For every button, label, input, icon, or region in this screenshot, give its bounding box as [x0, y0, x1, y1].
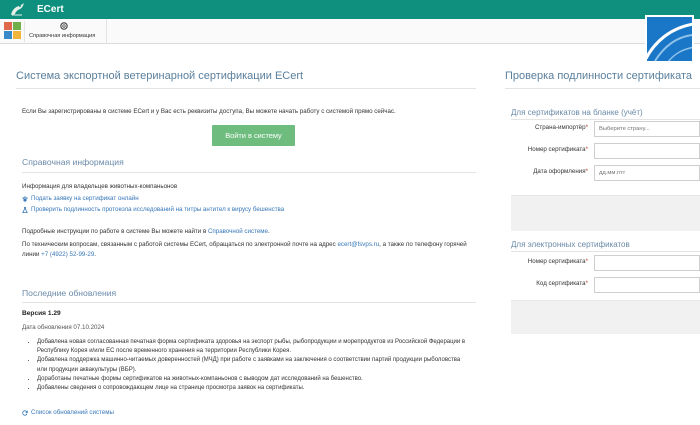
- lifebuoy-icon: [60, 22, 68, 30]
- login-button[interactable]: Войти в систему: [212, 125, 295, 146]
- required-mark: *: [585, 258, 588, 265]
- updates-list-link[interactable]: Список обновлений системы: [31, 409, 114, 416]
- help-system-link[interactable]: Справочной системе: [208, 228, 268, 235]
- required-mark: *: [585, 124, 588, 131]
- e-code-input[interactable]: [594, 277, 700, 293]
- hotline-phone-link[interactable]: +7 (4922) 52-99-29: [41, 251, 94, 258]
- tile-icon: [4, 31, 12, 39]
- application-link-row[interactable]: Подать заявку на сертификат онлайн: [22, 195, 139, 202]
- divider: [22, 172, 476, 173]
- contact-prefix: По техническим вопросам, связанным с раб…: [22, 241, 338, 248]
- updates-heading: Последние обновления: [22, 288, 117, 298]
- paper-number-input[interactable]: [594, 143, 700, 159]
- list-item: Доработаны печатные формы сертификатов н…: [37, 375, 467, 384]
- reference-heading: Справочная информация: [22, 157, 124, 167]
- divider: [511, 251, 700, 252]
- verify-title: Проверка подлинности сертификата: [505, 70, 692, 82]
- country-select[interactable]: [594, 121, 700, 137]
- e-number-label-text: Номер сертификата: [527, 258, 586, 265]
- e-number-label: Номер сертификата*: [528, 258, 588, 265]
- version-label: Версия 1.29: [22, 310, 61, 317]
- paw-icon: [22, 195, 28, 202]
- refresh-icon: [22, 409, 28, 416]
- ecert-logo-icon[interactable]: [9, 2, 25, 17]
- instructions-prefix: Подробные инструкции по работе в системе…: [22, 228, 208, 235]
- toolbar: Справочная информация: [0, 19, 700, 44]
- required-mark: *: [585, 168, 588, 175]
- help-info-label: Справочная информация: [29, 33, 96, 39]
- protocol-link-row[interactable]: Проверить подлинность протокола исследов…: [22, 206, 284, 213]
- e-code-label: Код сертификата*: [536, 280, 588, 287]
- required-mark: *: [585, 146, 588, 153]
- divider: [505, 88, 700, 89]
- fish-icon: [647, 22, 692, 61]
- divider: [16, 88, 476, 89]
- paper-cert-heading: Для сертификатов на бланке (учёт): [511, 108, 643, 117]
- required-mark: *: [585, 280, 588, 287]
- app-title: ECert: [37, 4, 64, 15]
- list-item: Добавлены сведения о сопровождающем лице…: [37, 384, 467, 393]
- support-email-link[interactable]: ecert@fsvps.ru: [337, 241, 379, 248]
- paper-number-label-text: Номер сертификата: [527, 146, 586, 153]
- tile-icon: [4, 22, 12, 30]
- e-code-label-text: Код сертификата: [536, 280, 586, 287]
- divider: [22, 302, 476, 303]
- divider: [511, 119, 700, 120]
- apps-menu-button[interactable]: [3, 21, 25, 42]
- flask-icon: [22, 206, 28, 213]
- fish-badge-icon[interactable]: [645, 15, 694, 63]
- changes-list: Добавлена новая согласованная печатная ф…: [37, 338, 467, 393]
- tile-icon: [13, 22, 21, 30]
- paper-number-label: Номер сертификата*: [528, 146, 588, 153]
- issue-date-label-text: Дата оформления: [533, 168, 586, 175]
- paper-actions-panel: [511, 195, 700, 231]
- page-title: Система экспортной ветеринарной сертифик…: [16, 70, 304, 82]
- update-date: Дата обновления 07.10.2024: [22, 324, 105, 331]
- tile-icon: [13, 31, 21, 39]
- updates-list-link-row[interactable]: Список обновлений системы: [22, 409, 114, 416]
- e-number-input[interactable]: [594, 255, 700, 271]
- contact-suffix: .: [94, 251, 97, 258]
- intro-text: Если Вы зарегистрированы в системе ECert…: [22, 108, 396, 115]
- pet-owners-text: Информация для владельцев животных-компа…: [22, 183, 178, 190]
- country-label: Страна-импортёр*: [535, 124, 588, 131]
- electronic-cert-heading: Для электронных сертификатов: [511, 240, 630, 249]
- help-info-button[interactable]: Справочная информация: [25, 19, 107, 44]
- electronic-actions-panel: [511, 300, 700, 334]
- issue-date-input[interactable]: [594, 165, 700, 181]
- instructions-suffix: .: [267, 228, 270, 235]
- instructions-text: Подробные инструкции по работе в системе…: [22, 228, 270, 235]
- country-label-text: Страна-импортёр: [534, 124, 586, 131]
- list-item: Добавлена поддержка машинно-читаемых дов…: [37, 356, 467, 374]
- issue-date-label: Дата оформления*: [533, 168, 588, 175]
- protocol-link[interactable]: Проверить подлинность протокола исследов…: [31, 206, 284, 213]
- application-link[interactable]: Подать заявку на сертификат онлайн: [31, 195, 139, 202]
- list-item: Добавлена новая согласованная печатная ф…: [37, 338, 467, 356]
- contact-text: По техническим вопросам, связанным с раб…: [22, 240, 472, 260]
- top-bar: ECert: [0, 0, 700, 19]
